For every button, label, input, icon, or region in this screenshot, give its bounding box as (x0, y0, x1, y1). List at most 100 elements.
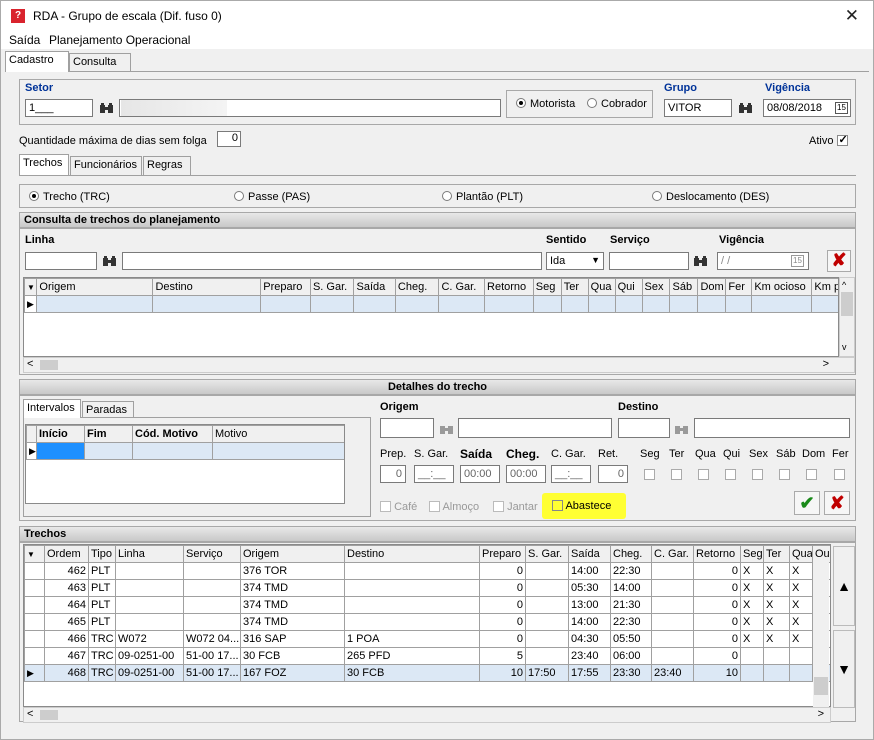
tab-trechos[interactable]: Trechos (19, 154, 69, 175)
cell[interactable] (525, 647, 569, 665)
col-linha[interactable]: Linha (115, 545, 184, 563)
cell[interactable] (353, 295, 396, 313)
cell[interactable] (697, 295, 727, 313)
chevron-left-icon[interactable]: < (27, 358, 33, 370)
col-retorno[interactable]: Retorno (693, 545, 741, 563)
almoco-checkbox[interactable]: Almoço (429, 501, 479, 513)
cell[interactable] (560, 295, 589, 313)
cell[interactable]: 05:30 (568, 579, 611, 597)
cgar-input[interactable]: __:__ (551, 465, 591, 483)
cell[interactable]: PLT (88, 596, 116, 614)
calendar-icon[interactable]: 15 (791, 255, 804, 267)
radio-motorista[interactable]: Motorista (516, 98, 575, 110)
cell[interactable]: 468 (44, 664, 89, 682)
cell[interactable]: 0 (479, 596, 526, 614)
cell[interactable]: W072 (115, 630, 184, 648)
scroll-thumb[interactable] (40, 710, 58, 720)
cell[interactable] (740, 664, 764, 682)
qua-checkbox[interactable] (698, 469, 709, 480)
close-button[interactable]: ✕ (845, 6, 859, 26)
cell[interactable] (525, 613, 569, 631)
table-row[interactable]: 467 TRC 09-0251-00 51-00 17... 30 FCB 265 PFD… (24, 647, 830, 665)
menu-planejamento[interactable]: Planejamento Operacional (49, 33, 190, 47)
col-cod-motivo[interactable]: Cód. Motivo (132, 425, 213, 443)
cell[interactable]: TRC (88, 664, 116, 682)
col-ter[interactable]: Ter (763, 545, 790, 563)
tab-regras[interactable]: Regras (143, 156, 191, 175)
horizontal-scrollbar[interactable]: < > (23, 357, 855, 373)
radio-trecho[interactable]: Trecho (TRC) (29, 191, 110, 203)
cell[interactable] (344, 613, 480, 631)
col-km-ocioso[interactable]: Km ocioso (751, 278, 813, 296)
cell[interactable] (344, 596, 480, 614)
cell[interactable]: 22:30 (610, 613, 652, 631)
cell[interactable] (183, 613, 241, 631)
cell[interactable] (152, 295, 262, 313)
cell[interactable]: 23:40 (651, 664, 694, 682)
cell[interactable] (587, 295, 616, 313)
col-destino[interactable]: Destino (344, 545, 480, 563)
cell[interactable] (394, 295, 440, 313)
cell[interactable]: 22:30 (610, 562, 652, 580)
cell[interactable] (525, 562, 569, 580)
col-preparo[interactable]: Preparo (479, 545, 526, 563)
chevron-down-icon[interactable]: v (842, 342, 847, 352)
cell[interactable] (183, 562, 241, 580)
cell[interactable] (763, 664, 790, 682)
cell[interactable] (115, 613, 184, 631)
cell[interactable]: 466 (44, 630, 89, 648)
destino-input[interactable] (618, 418, 670, 438)
col-sgar[interactable]: S. Gar. (309, 278, 355, 296)
cell[interactable]: 0 (693, 562, 741, 580)
col-destino[interactable]: Destino (152, 278, 262, 296)
cell[interactable]: PLT (88, 613, 116, 631)
vertical-scrollbar[interactable]: ^ v (839, 277, 855, 357)
col-preparo[interactable]: Preparo (260, 278, 311, 296)
cell[interactable]: 316 SAP (240, 630, 345, 648)
cell[interactable]: 0 (693, 579, 741, 597)
cell[interactable] (115, 579, 184, 597)
cell[interactable] (789, 647, 813, 665)
jantar-checkbox[interactable]: Jantar (493, 501, 538, 513)
cell[interactable]: 0 (693, 613, 741, 631)
cell[interactable] (36, 295, 154, 313)
cell[interactable]: 0 (693, 647, 741, 665)
cell[interactable] (525, 596, 569, 614)
col-cheg[interactable]: Cheg. (394, 278, 440, 296)
sgar-input[interactable]: __:__ (414, 465, 454, 483)
chevron-up-icon[interactable]: ^ (842, 280, 846, 290)
tab-intervalos[interactable]: Intervalos (23, 399, 81, 418)
cell[interactable]: X (763, 630, 790, 648)
cell[interactable]: 374 TMD (240, 613, 345, 631)
cell[interactable] (614, 295, 643, 313)
cell[interactable]: 462 (44, 562, 89, 580)
cell[interactable]: 265 PFD (344, 647, 480, 665)
binoculars-icon[interactable] (437, 420, 457, 438)
cell[interactable]: TRC (88, 647, 116, 665)
table-row[interactable]: ▶ 468 TRC 09-0251-00 51-00 17... 167 FOZ 30 FC… (24, 664, 830, 682)
table-row[interactable]: ▶ (26, 442, 344, 460)
prep-input[interactable]: 0 (380, 465, 406, 483)
cell[interactable]: 10 (479, 664, 526, 682)
cell[interactable]: 167 FOZ (240, 664, 345, 682)
cell[interactable] (525, 630, 569, 648)
tab-consulta[interactable]: Consulta (69, 53, 131, 72)
cell[interactable]: 06:00 (610, 647, 652, 665)
cell[interactable]: X (740, 562, 764, 580)
cell[interactable] (651, 647, 694, 665)
cell[interactable]: 23:40 (568, 647, 611, 665)
cell[interactable]: X (789, 562, 813, 580)
row-selector[interactable] (24, 596, 45, 614)
cheg-input[interactable]: 00:00 (506, 465, 546, 483)
table-row[interactable]: 466 TRC W072 W072 04... 316 SAP 1 POA 0 04:30 05… (24, 630, 830, 648)
cell[interactable] (651, 613, 694, 631)
linha-input[interactable] (25, 252, 97, 270)
col-seg[interactable]: Seg (740, 545, 764, 563)
col-cgar[interactable]: C. Gar. (651, 545, 694, 563)
col-origem[interactable]: Origem (240, 545, 345, 563)
cell[interactable]: 09-0251-00 (115, 647, 184, 665)
cell[interactable]: 467 (44, 647, 89, 665)
move-up-button[interactable]: ▲ (833, 546, 855, 626)
chevron-left-icon[interactable]: < (27, 708, 33, 720)
cell[interactable]: 14:00 (610, 579, 652, 597)
